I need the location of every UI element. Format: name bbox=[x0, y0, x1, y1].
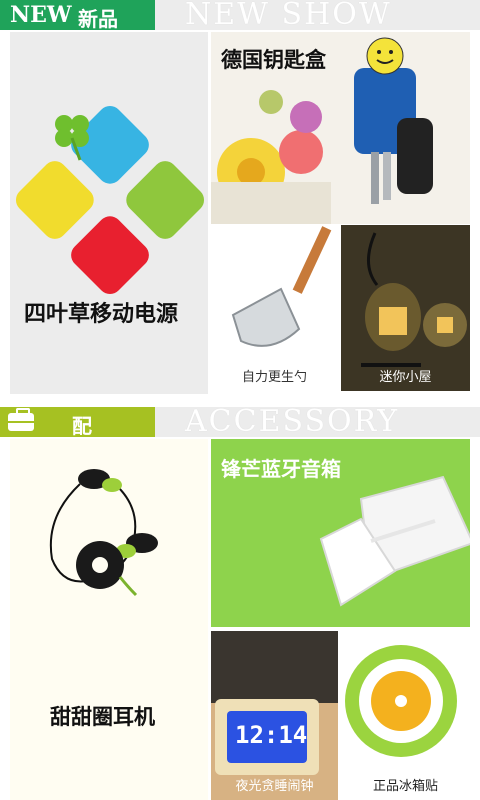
product-tile-fridge-magnet[interactable]: 正品冰箱贴 bbox=[341, 631, 470, 800]
briefcase-icon bbox=[8, 408, 34, 431]
clover-power-bank-image bbox=[15, 105, 205, 295]
accessory-header: 配 饰 ACCESSORY bbox=[0, 407, 480, 437]
product-tile-night-alarm-clock[interactable]: 12:14 夜光贪睡闹钟 bbox=[211, 631, 338, 800]
donut-earphones-image bbox=[49, 469, 158, 597]
clock-time-display: 12:14 bbox=[235, 721, 308, 749]
fridge-magnet-label: 正品冰箱贴 bbox=[372, 779, 438, 794]
new-show-header: NEW 新品 NEW SHOW bbox=[0, 0, 480, 30]
shovel-spoon-label: 自力更生勺 bbox=[241, 370, 307, 385]
new-tag-cn: 新品 bbox=[78, 7, 118, 30]
clover-power-bank-label: 四叶草移动电源 bbox=[24, 302, 179, 327]
new-tag: NEW 新品 bbox=[0, 0, 155, 30]
mini-house-label: 迷你小屋 bbox=[379, 370, 432, 385]
bluetooth-speaker-label: 锋芒蓝牙音箱 bbox=[221, 457, 341, 481]
key-box-label: 德国钥匙盒 bbox=[221, 48, 326, 72]
product-tile-shovel-spoon[interactable]: 自力更生勺 bbox=[211, 225, 338, 391]
accessory-title: ACCESSORY bbox=[185, 407, 400, 437]
new-tag-en: NEW bbox=[10, 2, 72, 28]
donut-earphones-label: 甜甜圈耳机 bbox=[50, 705, 155, 729]
accessory-tag-cn: 配 饰 bbox=[72, 414, 106, 437]
night-alarm-clock-label: 夜光贪睡闹钟 bbox=[235, 779, 314, 794]
product-tile-donut-earphones[interactable]: 甜甜圈耳机 bbox=[10, 439, 208, 800]
product-tile-bluetooth-speaker[interactable]: 锋芒蓝牙音箱 bbox=[211, 439, 470, 627]
accessory-tag: 配 饰 bbox=[0, 407, 155, 437]
product-tile-key-box[interactable]: 德国钥匙盒 bbox=[211, 32, 470, 224]
product-tile-clover-power-bank[interactable]: 四叶草移动电源 bbox=[10, 32, 208, 394]
new-show-title: NEW SHOW bbox=[185, 0, 392, 30]
product-tile-mini-house[interactable]: 迷你小屋 bbox=[341, 225, 470, 391]
